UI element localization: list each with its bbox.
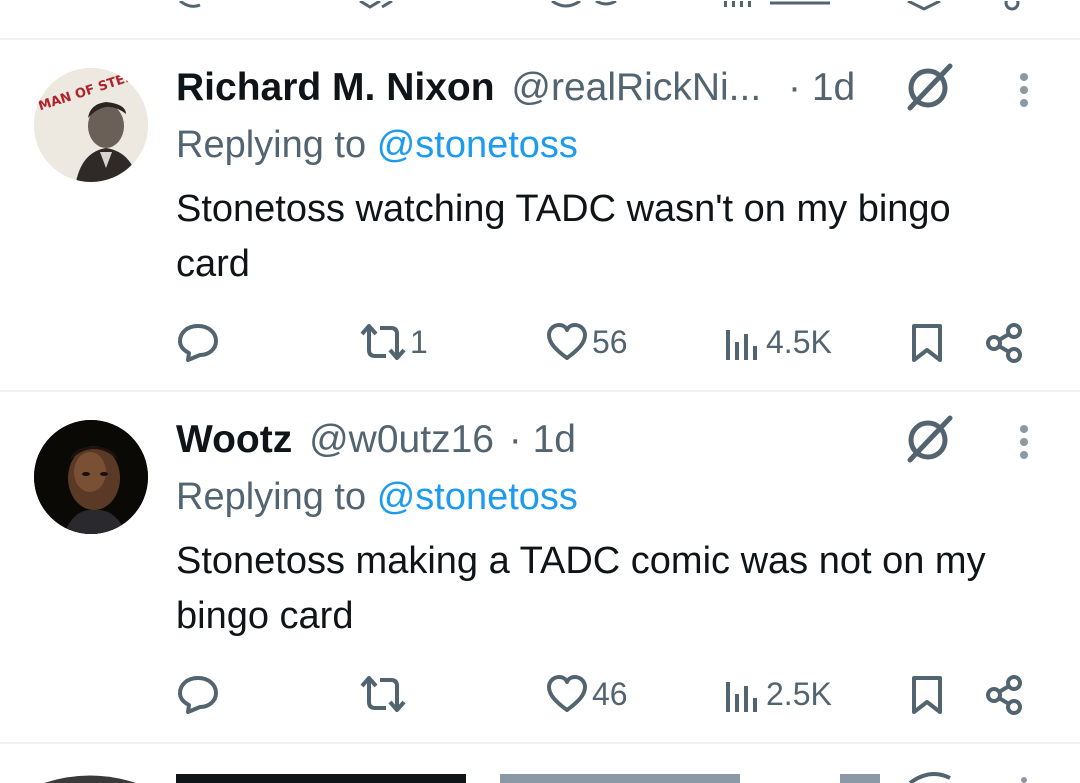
retweet-count: 1 [410, 323, 428, 360]
divider [0, 742, 1080, 744]
tweet[interactable]: Wootz @w0utz16 · 1d Replying to @stoneto… [0, 392, 1080, 742]
tweet[interactable]: MAN OF STEEL Richard M. Nixon @realRickN… [0, 40, 1080, 390]
like-count: 56 [592, 323, 628, 360]
display-name[interactable]: Wootz [176, 418, 292, 461]
handle[interactable]: @realRickNi... [511, 66, 761, 109]
replying-to-link[interactable]: @stonetoss [377, 476, 578, 518]
view-count: 4.5K [766, 323, 832, 360]
retweet-icon [360, 676, 406, 712]
like-button[interactable]: 56 [546, 322, 628, 362]
heart-icon [547, 675, 587, 712]
reply-icon [178, 676, 218, 714]
display-name[interactable]: Richard M. Nixon [176, 66, 495, 109]
heart-icon [547, 323, 587, 360]
bookmark-icon [912, 676, 942, 714]
more-icon[interactable] [1016, 72, 1032, 117]
views-icon [726, 682, 757, 712]
bookmark-icon [912, 324, 942, 362]
timestamp[interactable]: · 1d [509, 418, 576, 461]
next-tweet-partial [0, 768, 1080, 783]
grok-icon[interactable] [904, 60, 956, 117]
previous-tweet-action-icons [179, 0, 1020, 11]
like-button[interactable]: 46 [546, 674, 628, 714]
reply-icon [178, 324, 218, 362]
like-count: 46 [592, 675, 628, 712]
avatar[interactable]: MAN OF STEEL [34, 68, 148, 182]
grok-icon[interactable] [904, 412, 956, 469]
tweet-header: Wootz @w0utz16 · 1d [176, 418, 576, 462]
replying-to: Replying to @stonetoss [176, 476, 578, 519]
reply-button[interactable] [176, 674, 220, 714]
replying-to-link[interactable]: @stonetoss [377, 124, 578, 166]
avatar-image: MAN OF STEEL [34, 68, 148, 182]
avatar[interactable] [34, 420, 148, 534]
share-button[interactable] [984, 674, 1026, 716]
views-button[interactable]: 2.5K [724, 674, 832, 714]
replying-to-label: Replying to [176, 124, 367, 166]
more-icon[interactable] [1016, 424, 1032, 469]
tweet-text: Stonetoss watching TADC wasn't on my bin… [176, 188, 951, 285]
tweet-header: Richard M. Nixon @realRickNi... · 1d [176, 66, 855, 110]
replying-to: Replying to @stonetoss [176, 124, 578, 167]
retweet-icon [360, 324, 406, 360]
reply-button[interactable] [176, 322, 220, 362]
share-icon [986, 675, 1022, 715]
replying-to-label: Replying to [176, 476, 367, 518]
bookmark-button[interactable] [910, 674, 944, 716]
next-tweet-preview [44, 772, 1027, 783]
views-icon [726, 330, 757, 360]
retweet-button[interactable] [358, 674, 410, 714]
previous-tweet-actions [0, 0, 1080, 12]
bookmark-button[interactable] [910, 322, 944, 364]
handle[interactable]: @w0utz16 [309, 418, 494, 461]
views-button[interactable]: 4.5K [724, 322, 832, 362]
tweet-text: Stonetoss making a TADC comic was not on… [176, 540, 986, 637]
retweet-button[interactable]: 1 [358, 322, 428, 362]
timestamp[interactable]: · 1d [788, 66, 855, 109]
avatar-image [34, 420, 148, 534]
share-button[interactable] [984, 322, 1026, 364]
view-count: 2.5K [766, 675, 832, 712]
share-icon [986, 323, 1022, 363]
